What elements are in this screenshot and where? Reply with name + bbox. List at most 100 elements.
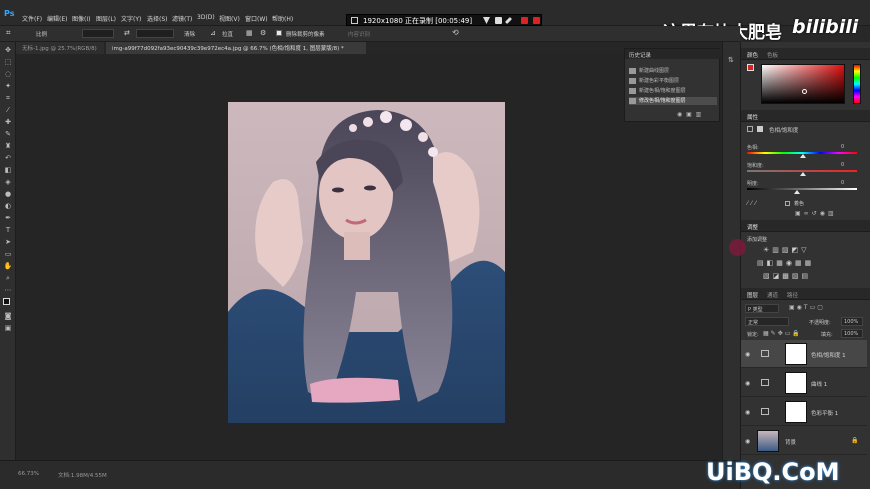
saturation-slider-thumb[interactable]	[800, 172, 806, 176]
layer-name[interactable]: 色彩平衡 1	[811, 409, 838, 417]
tab-channels[interactable]: 通道	[767, 291, 778, 299]
menu-image[interactable]: 图像(I)	[72, 14, 90, 23]
crop-icon[interactable]: ⌗	[6, 28, 11, 38]
foreground-color-swatch[interactable]	[3, 298, 10, 305]
grid-icon[interactable]: ▦	[246, 29, 253, 37]
layer-mask-thumbnail[interactable]	[785, 401, 807, 423]
clear-button[interactable]: 清除	[184, 30, 195, 38]
gear-icon[interactable]: ⚙	[260, 29, 266, 37]
eye-icon[interactable]: ◉	[745, 380, 750, 387]
layer-mask-thumbnail[interactable]	[785, 343, 807, 365]
eyedropper-icon[interactable]: ⁄	[3, 106, 13, 114]
foreground-swatch[interactable]	[747, 64, 754, 71]
screen-mode-icon[interactable]: ▣	[3, 324, 13, 332]
more-tools-icon[interactable]: ⋯	[3, 286, 13, 294]
history-item[interactable]: 新建色相/饱和度图层	[629, 87, 717, 95]
hue-slider-thumb[interactable]	[800, 154, 806, 158]
straighten-icon[interactable]: ⊿	[210, 29, 216, 37]
history-item-active[interactable]: 修改色相/饱和度图层	[629, 97, 717, 105]
layer-name[interactable]: 背景	[785, 438, 796, 446]
recorder-window-icon[interactable]	[351, 17, 358, 24]
clone-stamp-icon[interactable]: ♜	[3, 142, 13, 150]
menu-help[interactable]: 帮助(H)	[272, 14, 293, 23]
fill-input[interactable]: 100%	[841, 329, 863, 338]
lasso-tool-icon[interactable]: ◌	[3, 70, 13, 78]
lock-icons[interactable]: ▦✎✥▭🔒	[763, 330, 802, 337]
straighten-button[interactable]: 拉直	[222, 30, 233, 38]
delete-cropped-checkbox[interactable]	[276, 30, 282, 36]
stop-icon[interactable]	[533, 17, 540, 24]
type-tool-icon[interactable]: T	[3, 226, 13, 234]
layer-name[interactable]: 色相/饱和度 1	[811, 351, 846, 359]
layer-row[interactable]: ◉ 曲线 1	[741, 369, 867, 397]
histogram-icon[interactable]: ⇅	[728, 56, 734, 64]
camera-icon[interactable]	[495, 17, 502, 24]
hand-tool-icon[interactable]: ✋	[3, 262, 13, 270]
healing-brush-icon[interactable]: ✚	[3, 118, 13, 126]
pause-icon[interactable]	[521, 17, 528, 24]
tab-document-2[interactable]: img-a99f77d092fa93ec90439c39e972ec4a.jpg…	[106, 42, 366, 54]
lightness-slider-thumb[interactable]	[794, 190, 800, 194]
layer-filter-icons[interactable]: ▣◉T▭▢	[789, 304, 825, 311]
menu-window[interactable]: 窗口(W)	[245, 14, 268, 23]
adjustment-icons-row-1[interactable]: ☀▥▨◩▽	[763, 246, 810, 254]
saturation-value[interactable]: 0	[841, 162, 844, 168]
menu-layer[interactable]: 图层(L)	[96, 14, 116, 23]
document-photo[interactable]	[228, 102, 505, 423]
crop-tool-icon[interactable]: ⌗	[3, 94, 13, 102]
chevron-down-icon[interactable]	[483, 17, 490, 24]
width-input[interactable]	[82, 29, 114, 38]
tab-swatches[interactable]: 色板	[767, 51, 778, 59]
layer-filter-dropdown[interactable]: P 类型	[745, 304, 779, 313]
pen-tool-icon[interactable]: ✒	[3, 214, 13, 222]
lightness-track[interactable]	[747, 188, 857, 190]
blend-mode-dropdown[interactable]: 正常	[745, 317, 789, 326]
reset-icon[interactable]: ⟲	[452, 28, 459, 37]
trash-icon[interactable]: ▥	[696, 111, 702, 118]
swap-icon[interactable]: ⇄	[124, 29, 130, 37]
path-select-icon[interactable]: ➤	[3, 238, 13, 246]
layer-row[interactable]: ◉ 色相/饱和度 1	[741, 340, 867, 368]
tab-color[interactable]: 颜色	[747, 51, 758, 59]
tab-paths[interactable]: 路径	[787, 291, 798, 299]
paint-bucket-icon[interactable]: ◈	[3, 178, 13, 186]
ratio-dropdown[interactable]: 比例	[36, 30, 47, 38]
eye-icon[interactable]: ◉	[745, 409, 750, 416]
layer-name[interactable]: 曲线 1	[811, 380, 827, 388]
snapshot-icon[interactable]: ◉	[677, 111, 682, 118]
move-tool-icon[interactable]: ✥	[3, 46, 13, 54]
marquee-tool-icon[interactable]: ⬚	[3, 58, 13, 66]
zoom-tool-icon[interactable]: ⌕	[3, 274, 13, 282]
eyedropper-icons[interactable]: ⁄⁄⁄	[747, 200, 759, 207]
history-item[interactable]: 新建色彩平衡图层	[629, 77, 717, 85]
layer-mask-thumbnail[interactable]	[785, 372, 807, 394]
color-picker-field[interactable]	[761, 64, 845, 104]
properties-footer-icons[interactable]: ▣∞↺◉▥	[795, 210, 837, 217]
history-brush-icon[interactable]: ↶	[3, 154, 13, 162]
brush-tool-icon[interactable]: ✎	[3, 130, 13, 138]
color-picker-cursor[interactable]	[802, 89, 807, 94]
background-layer-thumbnail[interactable]	[757, 430, 779, 452]
menu-edit[interactable]: 编辑(E)	[47, 14, 67, 23]
mask-icon[interactable]	[757, 126, 763, 132]
layer-row[interactable]: ◉ 背景 🔒	[741, 427, 867, 455]
opacity-input[interactable]: 100%	[841, 317, 863, 326]
eye-icon[interactable]: ◉	[745, 438, 750, 445]
menu-select[interactable]: 选择(S)	[147, 14, 168, 23]
adjustment-icons-row-3[interactable]: ▧◪▩▨▤	[763, 272, 811, 280]
hue-slider[interactable]	[853, 64, 861, 104]
rectangle-tool-icon[interactable]: ▭	[3, 250, 13, 258]
adjustment-icons-row-2[interactable]: ▤◧▦◉▦▦	[757, 259, 814, 267]
quick-mask-icon[interactable]: ◙	[3, 312, 13, 320]
lightness-value[interactable]: 0	[841, 180, 844, 186]
zoom-level[interactable]: 66.73%	[18, 471, 39, 477]
colorize-checkbox[interactable]	[785, 201, 790, 206]
menu-view[interactable]: 视图(V)	[219, 14, 240, 23]
height-input[interactable]	[136, 29, 174, 38]
pen-icon[interactable]	[504, 16, 513, 25]
layer-row[interactable]: ◉ 色彩平衡 1	[741, 398, 867, 426]
magic-wand-icon[interactable]: ✦	[3, 82, 13, 90]
color-swatches[interactable]	[747, 64, 757, 74]
eraser-tool-icon[interactable]: ◧	[3, 166, 13, 174]
dodge-tool-icon[interactable]: ◐	[3, 202, 13, 210]
